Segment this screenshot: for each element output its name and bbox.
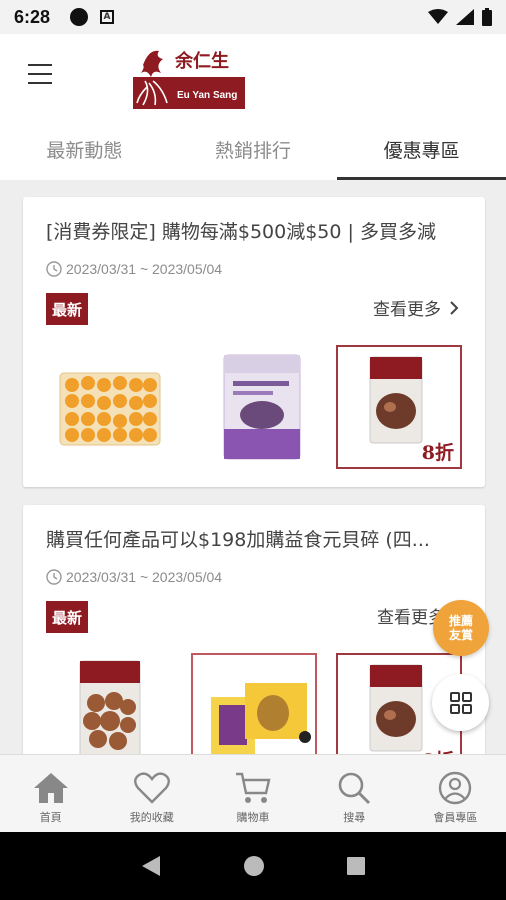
- battery-icon: [482, 8, 492, 26]
- nav-search[interactable]: 搜尋: [304, 755, 405, 832]
- product-row: 8折: [46, 345, 462, 469]
- clock-icon: [46, 261, 62, 277]
- offer-date-text: 2023/03/31 ~ 2023/05/04: [66, 261, 223, 277]
- product-thumbnail[interactable]: [46, 653, 172, 754]
- nav-label: 搜尋: [343, 811, 366, 824]
- offer-list[interactable]: [消費券限定] 購物每滿$500減$50 | 多買多減 2023/03/31 ~…: [0, 180, 506, 754]
- offer-date-text: 2023/03/31 ~ 2023/05/04: [66, 569, 223, 585]
- svg-text:余仁生: 余仁生: [174, 50, 229, 72]
- nav-home[interactable]: 首頁: [0, 755, 101, 832]
- referral-promo-button[interactable]: 推薦 友賞: [433, 600, 489, 656]
- menu-icon-line: [28, 64, 52, 66]
- tab-offers[interactable]: 優惠專區: [337, 128, 506, 180]
- home-icon: [33, 773, 68, 803]
- new-badge: 最新: [46, 293, 88, 325]
- offer-card[interactable]: [消費券限定] 購物每滿$500減$50 | 多買多減 2023/03/31 ~…: [23, 197, 485, 487]
- clock-icon: [46, 569, 62, 585]
- see-more-link[interactable]: 查看更多: [373, 295, 459, 320]
- menu-icon-line: [28, 73, 52, 75]
- status-time: 6:28: [14, 6, 51, 27]
- grid-icon: [449, 691, 472, 714]
- brand-logo[interactable]: 余仁生 Eu Yan Sang: [133, 43, 245, 109]
- notification-dot-icon: [70, 8, 89, 26]
- product-thumbnail[interactable]: [191, 653, 317, 754]
- tab-latest-news[interactable]: 最新動態: [0, 128, 169, 180]
- menu-icon-line: [28, 82, 52, 84]
- nav-favorites[interactable]: 我的收藏: [101, 755, 202, 832]
- discount-label: 8折: [422, 746, 454, 754]
- offer-title: 購買任何產品可以$198加購益食元貝碎 (四...: [46, 529, 430, 551]
- product-thumbnail[interactable]: [46, 345, 172, 469]
- nav-cart[interactable]: 購物車: [202, 755, 303, 832]
- search-icon: [338, 772, 371, 805]
- back-icon[interactable]: [140, 854, 162, 878]
- cart-icon: [236, 772, 271, 803]
- home-circle-icon[interactable]: [243, 855, 265, 877]
- discount-label: 8折: [421, 442, 454, 464]
- offer-title: [消費券限定] 購物每滿$500減$50 | 多買多減: [46, 221, 436, 243]
- chevron-right-icon: [450, 300, 459, 315]
- tab-bar: 最新動態 熱銷排行 優惠專區: [0, 128, 506, 180]
- nav-label: 首頁: [39, 811, 62, 824]
- see-more-label: 查看更多: [373, 300, 441, 320]
- signal-icon: [456, 9, 474, 25]
- product-row: 8折: [46, 653, 462, 754]
- promo-label-line1: 推薦: [448, 614, 473, 628]
- bottom-nav: 首頁 我的收藏 購物車 搜尋 會員專區: [0, 754, 506, 832]
- heart-icon: [133, 772, 170, 804]
- offer-card[interactable]: 購買任何產品可以$198加購益食元貝碎 (四... 2023/03/31 ~ 2…: [23, 505, 485, 754]
- product-thumbnail[interactable]: [191, 345, 317, 469]
- nav-member[interactable]: 會員專區: [405, 755, 506, 832]
- logo-text: Eu Yan Sang: [177, 90, 237, 101]
- user-icon: [439, 771, 472, 805]
- nav-label: 我的收藏: [129, 811, 174, 824]
- offer-date: 2023/03/31 ~ 2023/05/04: [46, 261, 222, 277]
- grid-menu-button[interactable]: [432, 674, 489, 731]
- product-thumbnail[interactable]: 8折: [336, 345, 462, 469]
- wifi-icon: [428, 9, 448, 24]
- offer-date: 2023/03/31 ~ 2023/05/04: [46, 569, 222, 585]
- tab-best-sellers[interactable]: 熱銷排行: [169, 128, 338, 180]
- promo-label-line2: 友賞: [448, 628, 473, 642]
- nav-label: 會員專區: [433, 811, 478, 824]
- status-bar: 6:28 A: [0, 0, 506, 34]
- status-indicators: [428, 8, 492, 26]
- app-notification-icon: A: [100, 10, 115, 24]
- menu-button[interactable]: [28, 64, 52, 84]
- system-nav-bar: [0, 832, 506, 900]
- nav-label: 購物車: [236, 811, 270, 824]
- app-header: 余仁生 Eu Yan Sang 最新動態 熱銷排行 優惠專區: [0, 34, 506, 180]
- recents-icon[interactable]: [346, 856, 366, 876]
- new-badge: 最新: [46, 601, 88, 633]
